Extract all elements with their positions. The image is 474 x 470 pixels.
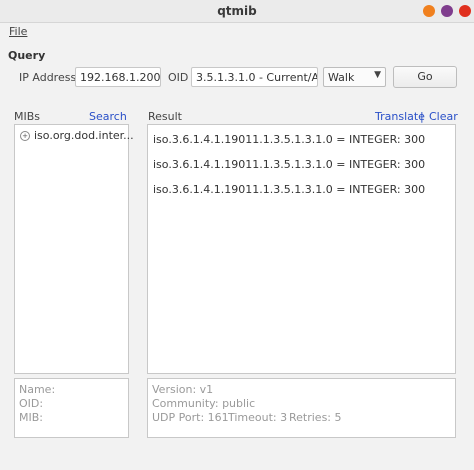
result-line: iso.3.6.1.4.1.19011.1.3.5.1.3.1.0 = INTE…: [153, 133, 426, 146]
title-bar: qtmib: [0, 0, 474, 23]
mib-oid-label: OID:: [19, 397, 44, 410]
mib-mib-label: MIB:: [19, 411, 43, 424]
ip-address-input[interactable]: 192.168.1.200: [75, 67, 161, 87]
menu-file[interactable]: File: [9, 25, 27, 38]
ip-address-label: IP Address: [19, 71, 77, 84]
result-line: iso.3.6.1.4.1.19011.1.3.5.1.3.1.0 = INTE…: [153, 158, 426, 171]
tree-item[interactable]: + iso.org.dod.inter...: [20, 129, 134, 142]
timeout-info: Timeout: 3: [228, 411, 288, 424]
search-link[interactable]: Search: [89, 110, 127, 123]
minimize-button[interactable]: [423, 5, 435, 17]
result-output[interactable]: iso.3.6.1.4.1.19011.1.3.5.1.3.1.0 = INTE…: [147, 124, 456, 374]
result-label: Result: [148, 110, 182, 123]
link-separator: |: [420, 110, 424, 123]
mib-tree[interactable]: + iso.org.dod.inter...: [14, 124, 134, 374]
mib-name-label: Name:: [19, 383, 56, 396]
result-line: iso.3.6.1.4.1.19011.1.3.5.1.3.1.0 = INTE…: [153, 183, 426, 196]
oid-input[interactable]: 3.5.1.3.1.0 - Current/AMPS: [191, 67, 318, 87]
udp-port-info: UDP Port: 161: [152, 411, 229, 424]
oid-label: OID: [168, 71, 189, 84]
mode-select[interactable]: Walk ▼: [323, 67, 386, 87]
version-info: Version: v1: [152, 383, 214, 396]
menu-file-label: File: [9, 25, 28, 38]
retries-info: Retries: 5: [289, 411, 342, 424]
go-button[interactable]: Go: [393, 66, 457, 88]
clear-link[interactable]: Clear: [429, 110, 458, 123]
session-info-panel: Version: v1 Community: public UDP Port: …: [147, 378, 456, 438]
mib-info-panel: Name: OID: MIB:: [14, 378, 129, 438]
window-title: qtmib: [217, 4, 257, 18]
menu-bar: File: [0, 23, 474, 40]
maximize-button[interactable]: [441, 5, 453, 17]
translate-link[interactable]: Translate: [375, 110, 425, 123]
close-button[interactable]: [459, 5, 471, 17]
expand-icon[interactable]: +: [20, 131, 30, 141]
mode-select-value: Walk: [328, 71, 355, 84]
mibs-label: MIBs: [14, 110, 41, 123]
community-info: Community: public: [152, 397, 256, 410]
chevron-down-icon: ▼: [374, 70, 381, 80]
query-group-title: Query: [8, 49, 46, 62]
tree-item-label: iso.org.dod.inter...: [34, 129, 134, 142]
